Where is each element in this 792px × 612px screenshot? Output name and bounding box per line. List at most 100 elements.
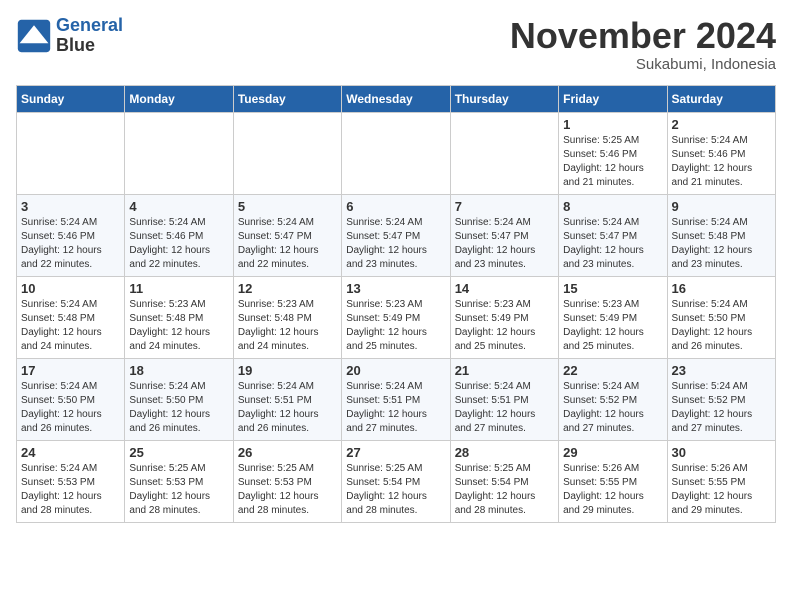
calendar-day-cell: 16 Sunrise: 5:24 AMSunset: 5:50 PMDayligh… <box>667 276 775 358</box>
calendar-week-row: 24 Sunrise: 5:24 AMSunset: 5:53 PMDayligh… <box>17 440 776 522</box>
day-number: 27 <box>346 445 445 460</box>
calendar-day-cell: 13 Sunrise: 5:23 AMSunset: 5:49 PMDayligh… <box>342 276 450 358</box>
calendar-week-row: 10 Sunrise: 5:24 AMSunset: 5:48 PMDayligh… <box>17 276 776 358</box>
weekday-header-thursday: Thursday <box>450 85 558 112</box>
day-number: 6 <box>346 199 445 214</box>
day-number: 16 <box>672 281 771 296</box>
day-info: Sunrise: 5:23 AMSunset: 5:49 PMDaylight:… <box>563 298 662 354</box>
day-number: 19 <box>238 363 337 378</box>
calendar-day-cell: 30Sunrise: 5:26 AMSunset: 5:55 PMDayligh… <box>667 440 775 522</box>
day-number: 12 <box>238 281 337 296</box>
calendar-day-cell: 20 Sunrise: 5:24 AMSunset: 5:51 PMDayligh… <box>342 358 450 440</box>
day-info: Sunrise: 5:23 AMSunset: 5:48 PMDaylight:… <box>238 298 337 354</box>
calendar-day-cell: 22 Sunrise: 5:24 AMSunset: 5:52 PMDayligh… <box>559 358 667 440</box>
day-number: 9 <box>672 199 771 214</box>
calendar-day-cell: 4Sunrise: 5:24 AMSunset: 5:46 PMDaylight… <box>125 194 233 276</box>
calendar-day-cell: 3 Sunrise: 5:24 AMSunset: 5:46 PMDaylight… <box>17 194 125 276</box>
calendar-week-row: 17 Sunrise: 5:24 AMSunset: 5:50 PMDayligh… <box>17 358 776 440</box>
day-info: Sunrise: 5:24 AMSunset: 5:47 PMDaylight:… <box>455 216 554 272</box>
day-info: Sunrise: 5:24 AMSunset: 5:52 PMDaylight:… <box>672 380 771 436</box>
day-number: 15 <box>563 281 662 296</box>
calendar-day-cell: 26 Sunrise: 5:25 AMSunset: 5:53 PMDayligh… <box>233 440 341 522</box>
day-info: Sunrise: 5:24 AMSunset: 5:50 PMDaylight:… <box>672 298 771 354</box>
calendar-day-cell: 14Sunrise: 5:23 AMSunset: 5:49 PMDayligh… <box>450 276 558 358</box>
calendar-day-cell: 27 Sunrise: 5:25 AMSunset: 5:54 PMDayligh… <box>342 440 450 522</box>
title-block: November 2024 Sukabumi, Indonesia <box>510 16 776 73</box>
day-number: 24 <box>21 445 120 460</box>
calendar-empty-cell <box>342 112 450 194</box>
day-info: Sunrise: 5:25 AMSunset: 5:54 PMDaylight:… <box>346 462 445 518</box>
calendar-day-cell: 17 Sunrise: 5:24 AMSunset: 5:50 PMDayligh… <box>17 358 125 440</box>
logo-line1: General <box>56 15 123 35</box>
day-number: 17 <box>21 363 120 378</box>
day-info: Sunrise: 5:24 AMSunset: 5:46 PMDaylight:… <box>672 134 771 190</box>
day-info: Sunrise: 5:23 AMSunset: 5:49 PMDaylight:… <box>455 298 554 354</box>
weekday-header-sunday: Sunday <box>17 85 125 112</box>
day-info: Sunrise: 5:24 AMSunset: 5:50 PMDaylight:… <box>129 380 228 436</box>
day-info: Sunrise: 5:25 AMSunset: 5:46 PMDaylight:… <box>563 134 662 190</box>
day-info: Sunrise: 5:24 AMSunset: 5:51 PMDaylight:… <box>455 380 554 436</box>
calendar-day-cell: 24 Sunrise: 5:24 AMSunset: 5:53 PMDayligh… <box>17 440 125 522</box>
day-number: 22 <box>563 363 662 378</box>
day-info: Sunrise: 5:25 AMSunset: 5:53 PMDaylight:… <box>129 462 228 518</box>
day-number: 30 <box>672 445 771 460</box>
day-info: Sunrise: 5:24 AMSunset: 5:46 PMDaylight:… <box>21 216 120 272</box>
calendar-day-cell: 18Sunrise: 5:24 AMSunset: 5:50 PMDayligh… <box>125 358 233 440</box>
day-number: 20 <box>346 363 445 378</box>
calendar-day-cell: 7 Sunrise: 5:24 AMSunset: 5:47 PMDaylight… <box>450 194 558 276</box>
day-info: Sunrise: 5:24 AMSunset: 5:47 PMDaylight:… <box>346 216 445 272</box>
day-number: 26 <box>238 445 337 460</box>
day-info: Sunrise: 5:24 AMSunset: 5:50 PMDaylight:… <box>21 380 120 436</box>
logo-line2: Blue <box>56 36 123 56</box>
calendar-day-cell: 10 Sunrise: 5:24 AMSunset: 5:48 PMDayligh… <box>17 276 125 358</box>
day-number: 29 <box>563 445 662 460</box>
calendar-day-cell: 28 Sunrise: 5:25 AMSunset: 5:54 PMDayligh… <box>450 440 558 522</box>
calendar-day-cell: 19Sunrise: 5:24 AMSunset: 5:51 PMDayligh… <box>233 358 341 440</box>
day-info: Sunrise: 5:25 AMSunset: 5:54 PMDaylight:… <box>455 462 554 518</box>
day-number: 8 <box>563 199 662 214</box>
calendar-day-cell: 5 Sunrise: 5:24 AMSunset: 5:47 PMDaylight… <box>233 194 341 276</box>
day-info: Sunrise: 5:24 AMSunset: 5:47 PMDaylight:… <box>563 216 662 272</box>
day-info: Sunrise: 5:24 AMSunset: 5:48 PMDaylight:… <box>21 298 120 354</box>
day-number: 3 <box>21 199 120 214</box>
calendar-week-row: 3 Sunrise: 5:24 AMSunset: 5:46 PMDaylight… <box>17 194 776 276</box>
day-info: Sunrise: 5:24 AMSunset: 5:47 PMDaylight:… <box>238 216 337 272</box>
calendar-day-cell: 11 Sunrise: 5:23 AMSunset: 5:48 PMDayligh… <box>125 276 233 358</box>
weekday-header-wednesday: Wednesday <box>342 85 450 112</box>
day-number: 1 <box>563 117 662 132</box>
day-number: 11 <box>129 281 228 296</box>
calendar-day-cell: 1 Sunrise: 5:25 AMSunset: 5:46 PMDaylight… <box>559 112 667 194</box>
calendar-empty-cell <box>17 112 125 194</box>
calendar-week-row: 1 Sunrise: 5:25 AMSunset: 5:46 PMDaylight… <box>17 112 776 194</box>
calendar-empty-cell <box>450 112 558 194</box>
day-info: Sunrise: 5:24 AMSunset: 5:48 PMDaylight:… <box>672 216 771 272</box>
day-info: Sunrise: 5:25 AMSunset: 5:53 PMDaylight:… <box>238 462 337 518</box>
calendar-day-cell: 8 Sunrise: 5:24 AMSunset: 5:47 PMDaylight… <box>559 194 667 276</box>
day-info: Sunrise: 5:24 AMSunset: 5:52 PMDaylight:… <box>563 380 662 436</box>
weekday-header-monday: Monday <box>125 85 233 112</box>
page-header: General Blue November 2024 Sukabumi, Ind… <box>16 16 776 73</box>
calendar-day-cell: 2 Sunrise: 5:24 AMSunset: 5:46 PMDaylight… <box>667 112 775 194</box>
day-number: 21 <box>455 363 554 378</box>
day-info: Sunrise: 5:24 AMSunset: 5:53 PMDaylight:… <box>21 462 120 518</box>
logo-text: General Blue <box>56 16 123 56</box>
day-number: 13 <box>346 281 445 296</box>
day-info: Sunrise: 5:24 AMSunset: 5:51 PMDaylight:… <box>346 380 445 436</box>
day-info: Sunrise: 5:26 AMSunset: 5:55 PMDaylight:… <box>563 462 662 518</box>
day-info: Sunrise: 5:24 AMSunset: 5:46 PMDaylight:… <box>129 216 228 272</box>
weekday-header-saturday: Saturday <box>667 85 775 112</box>
calendar-day-cell: 6 Sunrise: 5:24 AMSunset: 5:47 PMDaylight… <box>342 194 450 276</box>
day-number: 5 <box>238 199 337 214</box>
logo-icon <box>16 18 52 54</box>
calendar-table: SundayMondayTuesdayWednesdayThursdayFrid… <box>16 85 776 523</box>
calendar-day-cell: 9 Sunrise: 5:24 AMSunset: 5:48 PMDaylight… <box>667 194 775 276</box>
day-number: 23 <box>672 363 771 378</box>
day-info: Sunrise: 5:23 AMSunset: 5:49 PMDaylight:… <box>346 298 445 354</box>
day-info: Sunrise: 5:23 AMSunset: 5:48 PMDaylight:… <box>129 298 228 354</box>
day-number: 25 <box>129 445 228 460</box>
day-number: 7 <box>455 199 554 214</box>
day-number: 28 <box>455 445 554 460</box>
day-number: 10 <box>21 281 120 296</box>
weekday-header-tuesday: Tuesday <box>233 85 341 112</box>
day-number: 2 <box>672 117 771 132</box>
